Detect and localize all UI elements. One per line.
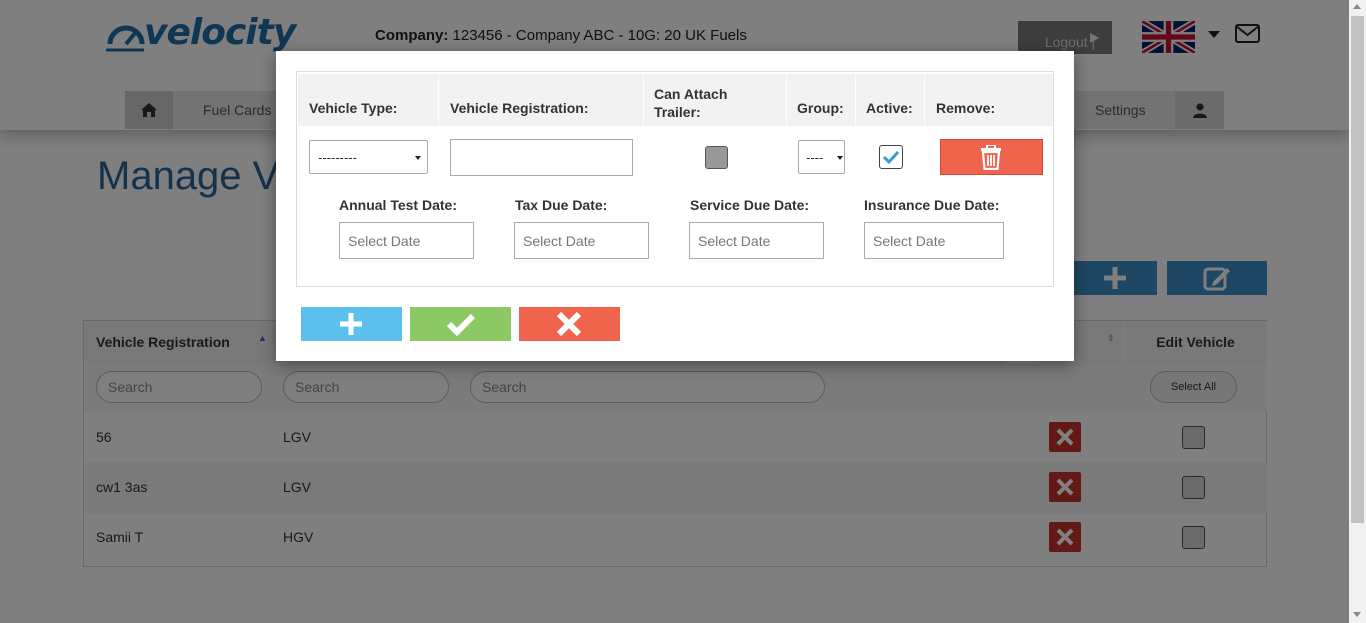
check-icon <box>446 313 476 336</box>
group-select[interactable]: ---- <box>798 140 845 174</box>
plus-icon <box>340 313 362 335</box>
vehicle-type-value: --------- <box>318 150 357 165</box>
header-can-attach-trailer: Can Attach Trailer: <box>644 74 786 126</box>
check-icon <box>882 150 900 165</box>
header-group: Group: <box>787 74 855 126</box>
save-button[interactable] <box>410 307 511 341</box>
scroll-down-arrow-icon[interactable] <box>1353 612 1361 617</box>
vehicle-type-select[interactable]: --------- <box>309 140 428 174</box>
header-vehicle-type: Vehicle Type: <box>298 74 438 126</box>
scrollbar-thumb[interactable] <box>1351 16 1364 523</box>
header-remove: Remove: <box>925 74 1053 126</box>
vehicle-form: Vehicle Type: Vehicle Registration: Can … <box>296 71 1054 287</box>
scroll-up-arrow-icon[interactable] <box>1353 4 1361 9</box>
group-value: ---- <box>806 150 824 165</box>
chevron-down-icon <box>837 156 843 160</box>
add-row-button[interactable] <box>301 307 402 341</box>
insurance-due-date-input[interactable]: Select Date <box>864 222 1004 259</box>
trash-icon <box>981 145 1001 170</box>
cancel-button[interactable] <box>519 307 620 341</box>
header-active: Active: <box>856 74 924 126</box>
header-vehicle-registration: Vehicle Registration: <box>439 74 643 126</box>
annual-test-date-input[interactable]: Select Date <box>339 222 474 259</box>
active-checkbox[interactable] <box>879 145 903 169</box>
remove-vehicle-button[interactable] <box>940 139 1043 175</box>
tax-due-date-input[interactable]: Select Date <box>514 222 649 259</box>
service-due-date-input[interactable]: Select Date <box>689 222 824 259</box>
can-attach-trailer-checkbox[interactable] <box>705 146 728 169</box>
tax-due-date-label: Tax Due Date: <box>515 197 608 213</box>
chevron-down-icon <box>415 156 421 160</box>
add-vehicle-modal: Vehicle Type: Vehicle Registration: Can … <box>276 51 1074 361</box>
service-due-date-label: Service Due Date: <box>690 197 810 213</box>
header-can-attach-trailer-line1: Can Attach <box>654 86 728 102</box>
close-icon <box>556 312 582 336</box>
header-can-attach-trailer-line2: Trailer: <box>654 104 701 120</box>
annual-test-date-label: Annual Test Date: <box>339 197 457 213</box>
insurance-due-date-label: Insurance Due Date: <box>864 197 1000 213</box>
vehicle-registration-input[interactable] <box>450 139 633 176</box>
